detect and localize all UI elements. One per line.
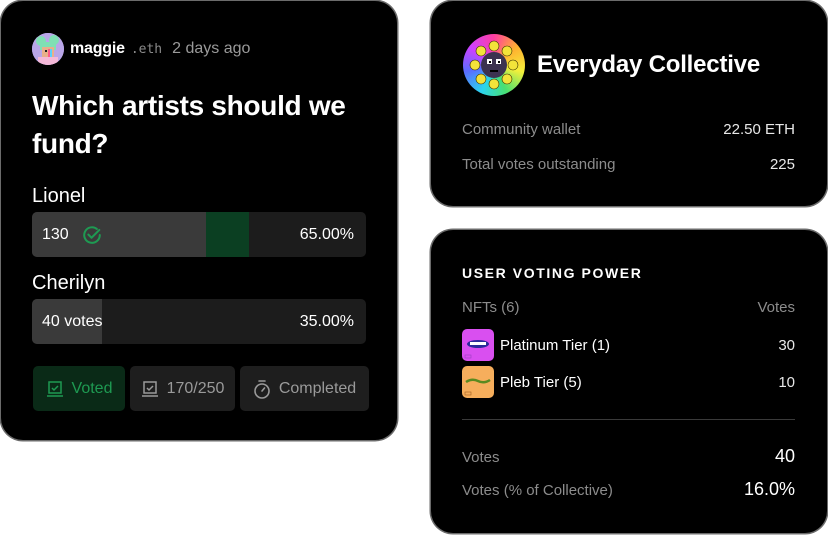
sunflower-logo-icon	[463, 34, 525, 96]
option-percent: 35.00%	[299, 312, 354, 330]
voted-chip-label: Voted	[71, 379, 113, 397]
post-timestamp: 2 days ago	[172, 40, 251, 57]
vote-count-chip-label: 170/250	[166, 379, 225, 397]
nft-list-header: NFTs (6) Votes	[462, 299, 795, 316]
ballot-box-icon	[141, 380, 158, 397]
option-label-lionel: Lionel	[32, 185, 86, 207]
author-ens-suffix: .eth	[130, 41, 163, 57]
summary-label: Votes (% of Collective)	[462, 482, 613, 499]
avatar-girl-icon[interactable]	[32, 33, 64, 65]
votes-column-label: Votes	[757, 299, 795, 316]
voting-power-title: USER VOTING POWER	[462, 265, 643, 281]
vote-count-chip[interactable]: 170/250	[130, 366, 235, 411]
option-bar-cherilyn[interactable]: 40 votes 35.00%	[32, 299, 366, 344]
summary-label: Votes	[462, 449, 500, 466]
nft-name: Pleb Tier (5)	[500, 373, 582, 391]
stat-value: 225	[769, 156, 795, 173]
poll-card: maggie .eth 2 days ago Which artists sho…	[1, 1, 397, 440]
poll-question: Which artists should we fund?	[32, 90, 346, 159]
nft-row-platinum[interactable]: Platinum Tier (1) 30	[462, 329, 795, 361]
author-name[interactable]: maggie	[70, 40, 125, 58]
nft-count-label: NFTs (6)	[462, 299, 520, 316]
option-bar-lionel[interactable]: 130 65.00%	[32, 212, 366, 257]
collective-name[interactable]: Everyday Collective	[537, 51, 760, 79]
ballot-box-icon	[46, 380, 63, 397]
option-vote-count: 130	[42, 225, 69, 243]
pleb-nft-thumbnail-icon	[462, 366, 494, 398]
status-chip-label: Completed	[278, 379, 357, 397]
nft-row-pleb[interactable]: Pleb Tier (5) 10	[462, 366, 795, 398]
user-vote-fill	[205, 212, 250, 257]
nft-votes: 10	[778, 373, 795, 391]
stat-value: 22.50 ETH	[723, 121, 795, 138]
stat-row-total-votes: Total votes outstanding 225	[462, 156, 795, 173]
stopwatch-icon	[254, 379, 270, 399]
summary-row-percent: Votes (% of Collective) 16.0%	[462, 479, 795, 500]
stat-label: Total votes outstanding	[462, 156, 616, 173]
nft-votes: 30	[778, 336, 795, 354]
nft-name: Platinum Tier (1)	[500, 336, 611, 354]
poll-status-chips: Voted 170/250 Completed	[33, 366, 369, 411]
collective-card: Everyday Collective Community wallet 22.…	[431, 1, 827, 206]
divider	[462, 419, 795, 420]
stat-row-community-wallet: Community wallet 22.50 ETH	[462, 121, 795, 138]
check-circle-icon	[82, 225, 101, 244]
poll-author: maggie .eth 2 days ago	[32, 33, 250, 65]
summary-row-votes: Votes 40	[462, 446, 795, 467]
summary-value: 40	[774, 446, 795, 466]
platinum-nft-thumbnail-icon	[462, 329, 494, 361]
voted-chip[interactable]: Voted	[33, 366, 125, 411]
voting-power-card: USER VOTING POWER NFTs (6) Votes Platinu…	[431, 230, 827, 533]
summary-value: 16.0%	[743, 479, 795, 499]
option-percent: 65.00%	[299, 225, 354, 243]
stat-label: Community wallet	[462, 121, 581, 138]
option-label-cherilyn: Cherilyn	[32, 272, 106, 294]
option-vote-count: 40 votes	[42, 312, 103, 330]
status-chip[interactable]: Completed	[240, 366, 369, 411]
